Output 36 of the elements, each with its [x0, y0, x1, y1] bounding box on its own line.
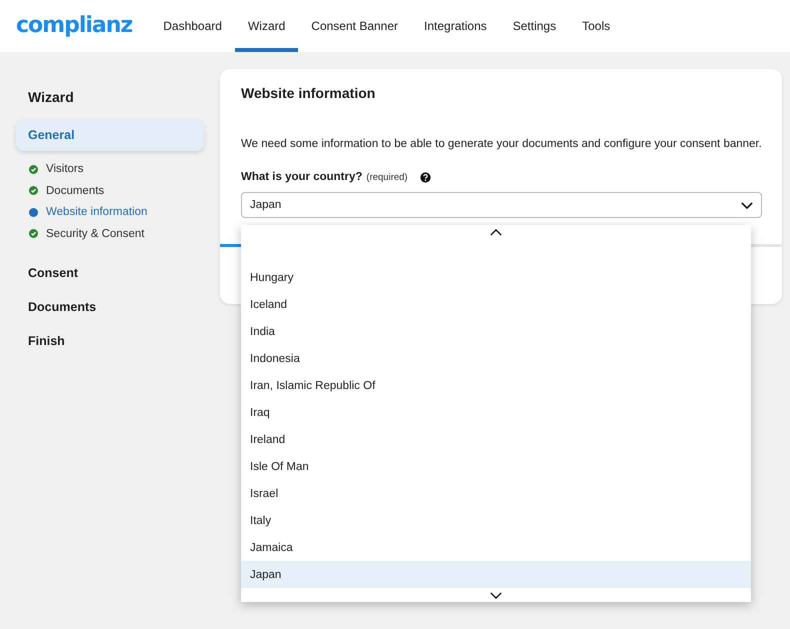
country-select[interactable]: Japan: [241, 192, 762, 218]
dropdown-option[interactable]: Isle Of Man: [241, 453, 751, 480]
scroll-down-icon[interactable]: [490, 592, 502, 598]
dropdown-option[interactable]: India: [241, 318, 751, 345]
dropdown-option[interactable]: Iraq: [241, 399, 751, 426]
sidebar-section[interactable]: Finish: [16, 324, 204, 358]
nav-tab[interactable]: Tools: [569, 0, 624, 52]
dropdown-option[interactable]: Ireland: [241, 426, 751, 453]
sidebar-step[interactable]: Website information: [46, 206, 148, 218]
nav-tab[interactable]: Dashboard: [150, 0, 235, 52]
dropdown-option[interactable]: Japan: [241, 561, 751, 588]
help-icon[interactable]: [420, 172, 431, 182]
nav-tab[interactable]: Consent Banner: [298, 0, 412, 52]
sidebar-step[interactable]: Visitors: [46, 163, 84, 176]
dropdown-option[interactable]: Italy: [241, 507, 751, 534]
sidebar-step[interactable]: Security & Consent: [46, 228, 144, 240]
scroll-up-icon[interactable]: [490, 228, 502, 236]
nav-tab[interactable]: Wizard: [234, 0, 298, 52]
nav-tab[interactable]: Integrations: [411, 0, 500, 52]
description-text: We need some information to be able to generate your documents and configure your consent banner.: [241, 138, 762, 150]
dropdown-option[interactable]: Iran, Islamic Republic Of: [241, 372, 751, 399]
card-title: Website information: [241, 85, 376, 101]
sidebar-section[interactable]: Documents: [16, 290, 204, 324]
sidebar-section[interactable]: Consent: [16, 256, 204, 290]
dropdown-option[interactable]: Jamaica: [241, 534, 751, 561]
sidebar-step[interactable]: Documents: [46, 184, 104, 197]
dropdown-option[interactable]: Israel: [241, 480, 751, 507]
sidebar-title: Wizard: [28, 89, 75, 105]
field-label: What is your country?: [241, 171, 362, 183]
chevron-down-icon: [740, 202, 753, 208]
dropdown-option[interactable]: Iceland: [241, 291, 751, 318]
dropdown-option[interactable]: Indonesia: [241, 345, 751, 372]
dropdown-option[interactable]: Hungary: [241, 264, 751, 291]
sidebar-section[interactable]: General: [16, 119, 204, 151]
nav-tab[interactable]: Settings: [500, 0, 570, 52]
required-note: (required): [366, 172, 408, 182]
